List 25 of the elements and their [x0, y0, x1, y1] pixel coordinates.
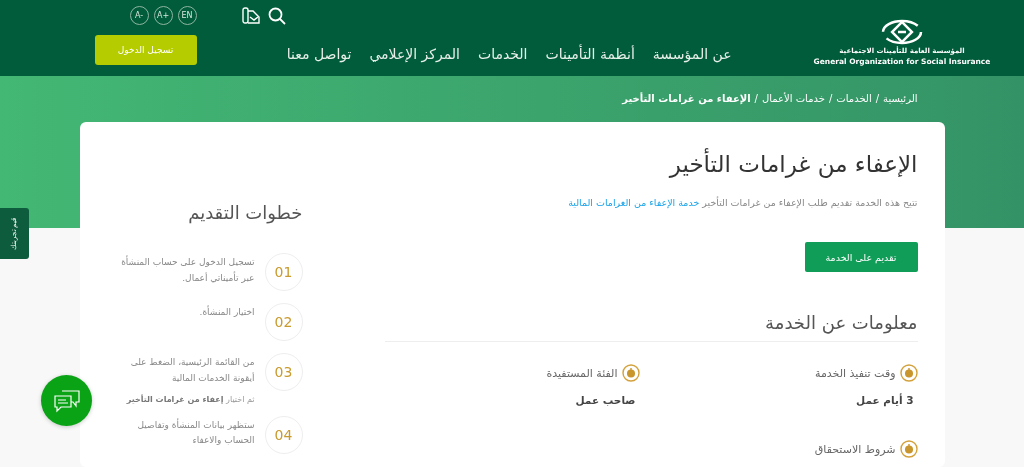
info-label: الفئة المستفيدة	[546, 366, 618, 380]
breadcrumb-separator: /	[754, 93, 758, 104]
service-description: تتيح هذه الخدمة تقديم طلب الإعفاء من غرامات التأخير خدمة الإعفاء من الغرامات المالية	[567, 197, 918, 208]
step-text: ستظهر بيانات المنشأة وتفاصيل الحساب والاعفاء	[136, 417, 255, 448]
nav-link[interactable]: المركز الإعلامي	[369, 46, 460, 62]
breadcrumb-separator: /	[828, 93, 833, 104]
info-value: 3 أيام عمل	[855, 394, 915, 406]
info-label: وقت تنفيذ الخدمة	[815, 366, 896, 380]
step-note: ثم اختيار إعفاء من غرامات التأخير	[125, 394, 255, 404]
nav-link[interactable]: تواصل معنا	[286, 46, 352, 62]
nav-link[interactable]: أنظمة التأمينات	[545, 46, 635, 62]
breadcrumb-separator: /	[875, 93, 880, 104]
step-text: من القائمة الرئيسية، الضغط على أيقونة الخدمات المالية	[129, 356, 255, 385]
nav-link[interactable]: عن المؤسسة	[652, 46, 732, 62]
info-label: شروط الاستحقاق	[814, 442, 896, 456]
info-value: صاحب عمل	[574, 394, 637, 406]
section-title: خطوات التقديم	[187, 202, 303, 223]
nav-link[interactable]: الخدمات	[477, 46, 528, 62]
step-text: تسجيل الدخول على حساب المنشأة عبر تأميناتي أعمال.	[120, 255, 255, 285]
breadcrumb-link[interactable]: الرئيسية	[883, 93, 918, 104]
breadcrumb-link[interactable]: خدمات الأعمال	[761, 93, 825, 104]
apply-button[interactable]: تقديم على الخدمة	[804, 242, 918, 272]
section-title: معلومات عن الخدمة	[384, 312, 918, 342]
step-text: اختيار المنشأة.	[199, 305, 255, 319]
breadcrumb-link[interactable]: الخدمات	[836, 93, 872, 104]
